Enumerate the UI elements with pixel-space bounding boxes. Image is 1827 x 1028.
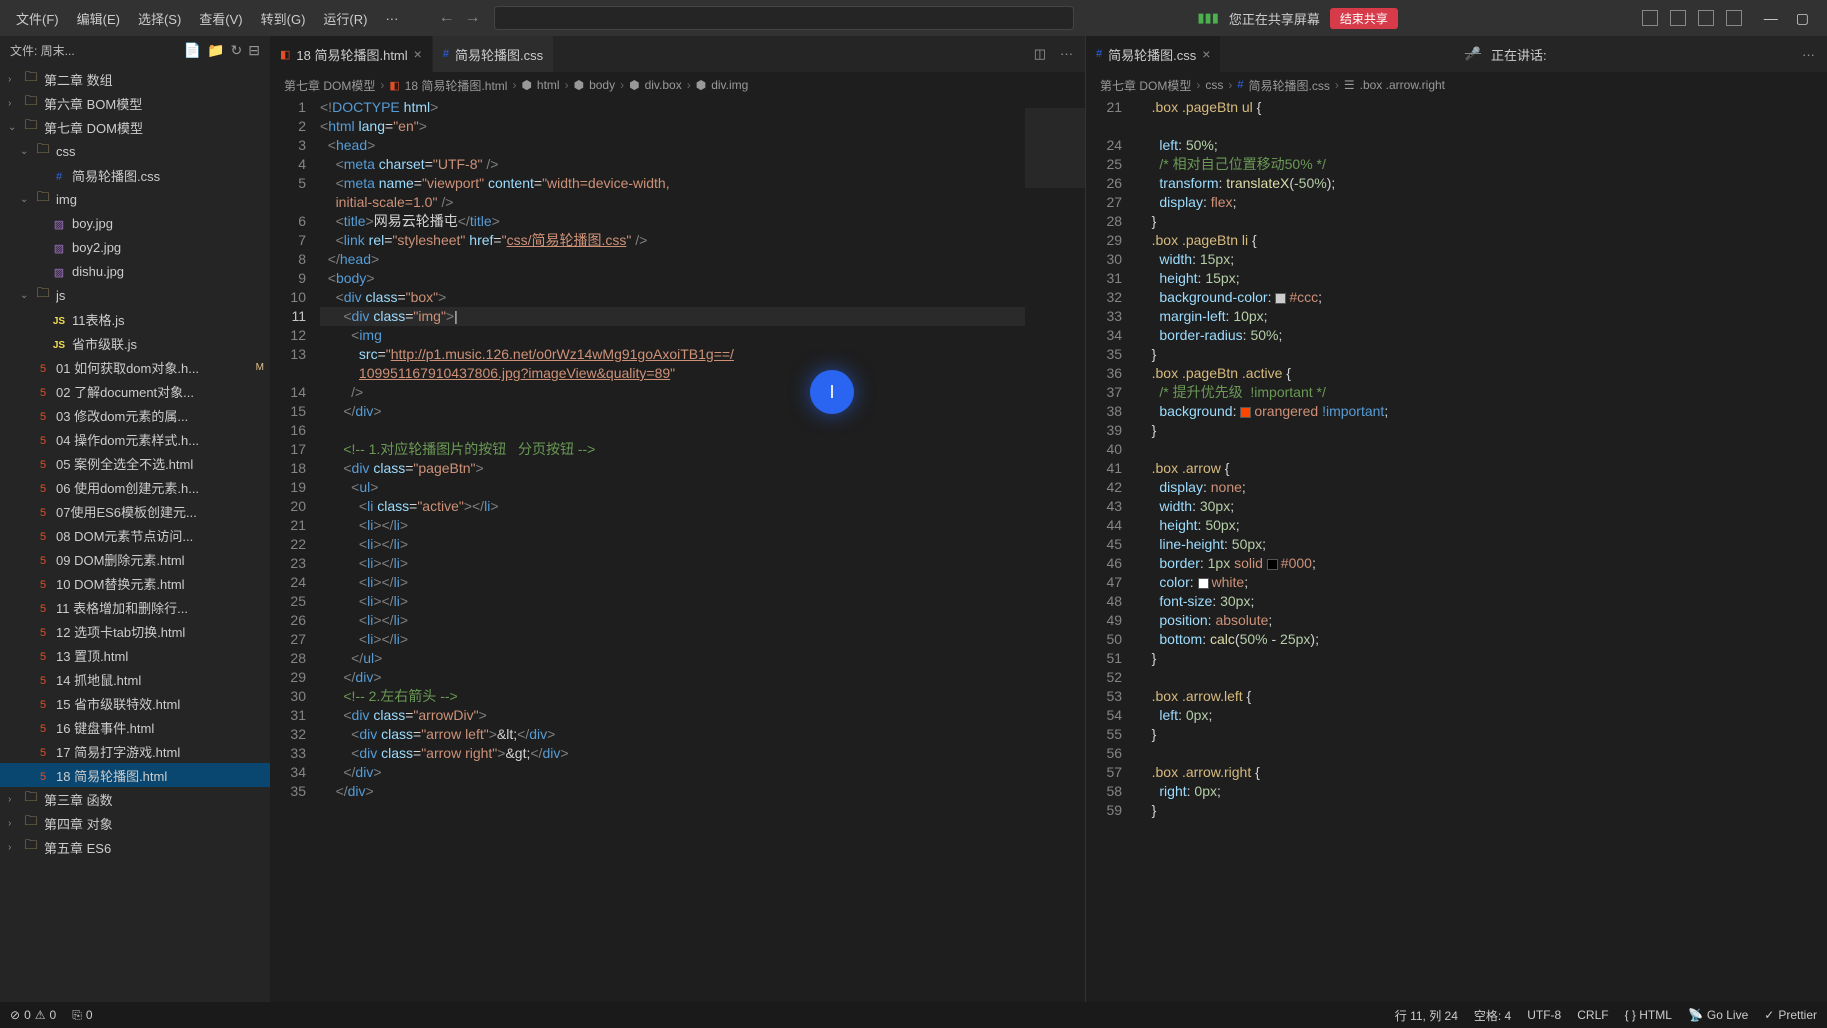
close-icon[interactable]: × (414, 46, 422, 62)
tree-item[interactable]: 507使用ES6模板创建元... (0, 499, 270, 523)
file-tree: ›🗀第二章 数组›🗀第六章 BOM模型⌄🗀第七章 DOM模型⌄🗀css#简易轮播… (0, 65, 270, 1002)
share-signal-icon: ▮▮▮ (1197, 10, 1218, 26)
explorer-header: 文件: 周末... 📄 📁 ↻ ⊟ (0, 36, 270, 65)
status-lang[interactable]: { } HTML (1625, 1007, 1672, 1024)
breadcrumb-1[interactable]: 第七章 DOM模型› ◧18 简易轮播图.html› ⬢html› ⬢body›… (270, 72, 1085, 98)
tree-item[interactable]: 511 表格增加和删除行... (0, 595, 270, 619)
status-bar: ⊘ 0 ⚠ 0 ⎘ 0 行 11, 列 24 空格: 4 UTF-8 CRLF … (0, 1002, 1827, 1028)
tree-item[interactable]: #简易轮播图.css (0, 163, 270, 187)
new-folder-icon[interactable]: 📁 (207, 42, 224, 59)
tabs-2: # 简易轮播图.css × 🎤 正在讲话: ··· (1086, 36, 1827, 72)
tree-item[interactable]: ›🗀第三章 函数 (0, 787, 270, 811)
minimap-1[interactable] (1025, 98, 1085, 1002)
minimap-2[interactable] (1767, 98, 1827, 1002)
tree-item[interactable]: ⌄🗀css (0, 139, 270, 163)
explorer-title: 文件: 周末... (10, 42, 178, 59)
tree-item[interactable]: ▨boy2.jpg (0, 235, 270, 259)
end-share-button[interactable]: 结束共享 (1330, 8, 1398, 29)
tabs-1: ◧ 18 简易轮播图.html × # 简易轮播图.css ◫ ··· (270, 36, 1085, 72)
minimize-icon[interactable]: — (1764, 10, 1778, 27)
tree-item[interactable]: ▨dishu.jpg (0, 259, 270, 283)
tree-item[interactable]: ⌄🗀img (0, 187, 270, 211)
tree-item[interactable]: 503 修改dom元素的属... (0, 403, 270, 427)
tree-item[interactable]: JS11表格.js (0, 307, 270, 331)
status-spaces[interactable]: 空格: 4 (1474, 1007, 1511, 1024)
tab-label: 简易轮播图.css (455, 45, 543, 64)
split-editor-icon[interactable]: ◫ (1034, 46, 1046, 62)
code-editor-2[interactable]: 2124252627282930313233343536373839404142… (1086, 98, 1827, 1002)
tree-item[interactable]: 505 案例全选全不选.html (0, 451, 270, 475)
tab-css-2[interactable]: # 简易轮播图.css × (1086, 36, 1221, 72)
tab-css[interactable]: # 简易轮播图.css (433, 36, 554, 72)
status-prettier[interactable]: ✓ Prettier (1764, 1007, 1817, 1024)
tree-item[interactable]: ›🗀第五章 ES6 (0, 835, 270, 859)
status-cursor[interactable]: 行 11, 列 24 (1395, 1007, 1458, 1024)
tree-item[interactable]: ›🗀第四章 对象 (0, 811, 270, 835)
menu-overflow[interactable]: ··· (377, 7, 406, 30)
tree-item[interactable]: 513 置顶.html (0, 643, 270, 667)
tab-label: 简易轮播图.css (1108, 45, 1196, 64)
status-encoding[interactable]: UTF-8 (1527, 1007, 1561, 1024)
menu-view[interactable]: 查看(V) (191, 5, 250, 32)
tab-html[interactable]: ◧ 18 简易轮播图.html × (270, 36, 433, 72)
voice-status: 正在讲话: (1491, 45, 1547, 64)
menu-goto[interactable]: 转到(G) (253, 5, 314, 32)
breadcrumb-2[interactable]: 第七章 DOM模型› css› #简易轮播图.css› ☰.box .arrow… (1086, 72, 1827, 98)
menu-edit[interactable]: 编辑(E) (69, 5, 128, 32)
new-file-icon[interactable]: 📄 (184, 42, 201, 59)
menu-file[interactable]: 文件(F) (8, 5, 67, 32)
html5-icon: ◧ (280, 48, 290, 61)
tree-item[interactable]: 516 键盘事件.html (0, 715, 270, 739)
status-errors[interactable]: ⊘ 0 ⚠ 0 (10, 1008, 56, 1022)
layout-right-icon[interactable] (1698, 10, 1714, 26)
tree-item[interactable]: 502 了解document对象... (0, 379, 270, 403)
refresh-icon[interactable]: ↻ (231, 42, 243, 59)
status-eol[interactable]: CRLF (1577, 1007, 1608, 1024)
tree-item[interactable]: ⌄🗀第七章 DOM模型 (0, 115, 270, 139)
explorer-sidebar: 文件: 周末... 📄 📁 ↻ ⊟ ›🗀第二章 数组›🗀第六章 BOM模型⌄🗀第… (0, 36, 270, 1002)
tree-item[interactable]: ›🗀第二章 数组 (0, 67, 270, 91)
close-icon[interactable]: × (1202, 46, 1210, 62)
tree-item[interactable]: 506 使用dom创建元素.h... (0, 475, 270, 499)
tree-item[interactable]: 501 如何获取dom对象.h...M (0, 355, 270, 379)
collapse-icon[interactable]: ⊟ (248, 42, 260, 59)
tree-item[interactable]: 514 抓地鼠.html (0, 667, 270, 691)
tree-item[interactable]: 517 简易打字游戏.html (0, 739, 270, 763)
tree-item[interactable]: JS省市级联.js (0, 331, 270, 355)
tree-item[interactable]: 518 简易轮播图.html (0, 763, 270, 787)
more-actions-icon[interactable]: ··· (1802, 47, 1815, 62)
tree-item[interactable]: 504 操作dom元素样式.h... (0, 427, 270, 451)
cursor-indicator-icon: I (810, 370, 854, 414)
code-editor-1[interactable]: 1234567891011121314151617181920212223242… (270, 98, 1085, 1002)
editor-group-2: # 简易轮播图.css × 🎤 正在讲话: ··· 第七章 DOM模型› css… (1086, 36, 1827, 1002)
tree-item[interactable]: 509 DOM删除元素.html (0, 547, 270, 571)
menu-select[interactable]: 选择(S) (130, 5, 189, 32)
tree-item[interactable]: ▨boy.jpg (0, 211, 270, 235)
layout-left-icon[interactable] (1642, 10, 1658, 26)
maximize-icon[interactable]: ▢ (1796, 10, 1809, 27)
tree-item[interactable]: 510 DOM替换元素.html (0, 571, 270, 595)
more-actions-icon[interactable]: ··· (1060, 46, 1073, 62)
tree-item[interactable]: 508 DOM元素节点访问... (0, 523, 270, 547)
share-status: 您正在共享屏幕 (1229, 9, 1320, 28)
nav-back-icon[interactable]: ← (438, 9, 454, 27)
tab-label: 18 简易轮播图.html (296, 45, 407, 64)
editor-group-1: ◧ 18 简易轮播图.html × # 简易轮播图.css ◫ ··· 第七章 … (270, 36, 1086, 1002)
status-golive[interactable]: 📡 Go Live (1688, 1007, 1748, 1024)
tree-item[interactable]: 512 选项卡tab切换.html (0, 619, 270, 643)
tree-item[interactable]: ⌄🗀js (0, 283, 270, 307)
tree-item[interactable]: 515 省市级联特效.html (0, 691, 270, 715)
layout-custom-icon[interactable] (1726, 10, 1742, 26)
layout-bottom-icon[interactable] (1670, 10, 1686, 26)
status-port[interactable]: ⎘ 0 (72, 1008, 92, 1023)
command-center[interactable] (494, 6, 1074, 30)
tree-item[interactable]: ›🗀第六章 BOM模型 (0, 91, 270, 115)
menu-bar: 文件(F) 编辑(E) 选择(S) 查看(V) 转到(G) 运行(R) ··· … (0, 0, 1827, 36)
mic-muted-icon[interactable]: 🎤 (1465, 46, 1481, 62)
menu-run[interactable]: 运行(R) (315, 5, 375, 32)
nav-forward-icon[interactable]: → (464, 9, 480, 27)
css-icon: # (1096, 48, 1102, 60)
css-icon: # (443, 48, 449, 60)
